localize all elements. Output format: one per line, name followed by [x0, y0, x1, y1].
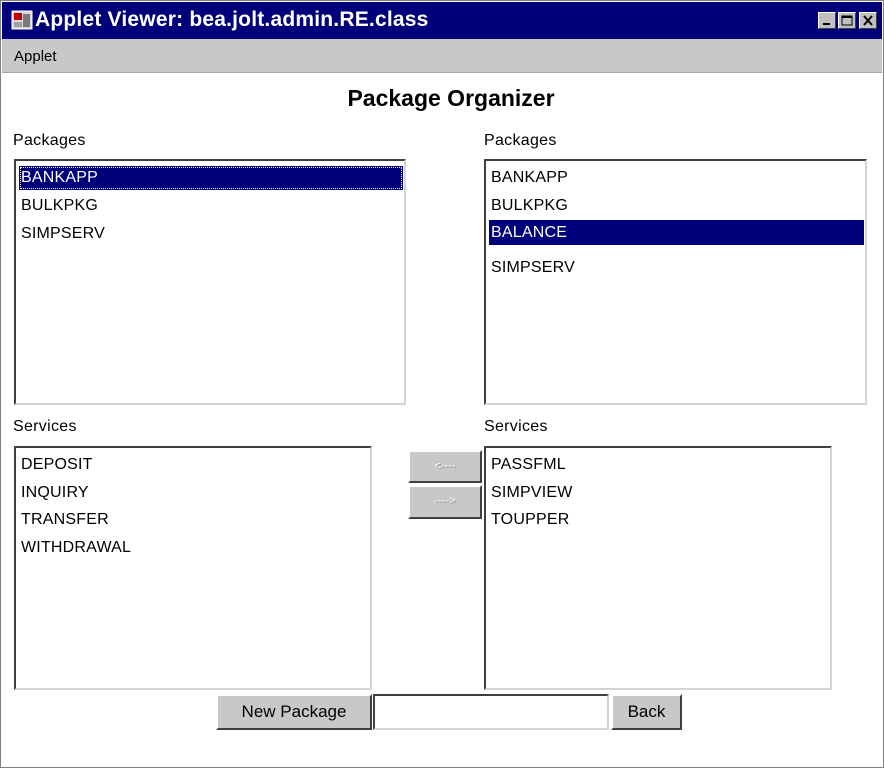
- left-packages-label: Packages: [13, 132, 86, 149]
- right-services-label: Services: [484, 418, 548, 435]
- list-item[interactable]: BULKPKG: [19, 194, 98, 218]
- title-bar[interactable]: Applet Viewer: bea.jolt.admin.RE.class: [2, 2, 882, 39]
- close-icon: [863, 15, 873, 26]
- minimize-button[interactable]: [818, 12, 836, 29]
- list-item[interactable]: BANKAPP: [489, 166, 568, 190]
- list-item[interactable]: SIMPSERV: [19, 222, 105, 246]
- menu-applet[interactable]: Applet: [14, 48, 57, 65]
- new-package-button[interactable]: New Package: [216, 694, 372, 730]
- list-item[interactable]: DEPOSIT: [19, 453, 93, 477]
- list-item[interactable]: WITHDRAWAL: [19, 536, 131, 560]
- package-name-field[interactable]: [373, 694, 609, 730]
- list-item[interactable]: BULKPKG: [489, 194, 568, 218]
- left-packages-list[interactable]: BANKAPP BULKPKG SIMPSERV: [14, 159, 406, 405]
- list-item[interactable]: TRANSFER: [19, 508, 109, 532]
- back-button[interactable]: Back: [611, 694, 682, 730]
- minimize-icon: [823, 23, 830, 25]
- list-item[interactable]: SIMPSERV: [489, 256, 575, 280]
- list-item[interactable]: PASSFML: [489, 453, 566, 477]
- maximize-icon: [841, 15, 853, 26]
- list-item[interactable]: INQUIRY: [19, 481, 89, 505]
- move-right-button[interactable]: ---->: [408, 485, 482, 519]
- applet-window-icon: [11, 10, 33, 30]
- menu-bar: Applet: [2, 39, 882, 73]
- right-services-list[interactable]: PASSFML SIMPVIEW TOUPPER: [484, 446, 832, 690]
- applet-viewer-window: Applet Viewer: bea.jolt.admin.RE.class A…: [0, 0, 884, 768]
- window-title: Applet Viewer: bea.jolt.admin.RE.class: [35, 8, 429, 31]
- close-button[interactable]: [859, 12, 877, 29]
- maximize-button[interactable]: [838, 12, 856, 29]
- right-packages-label: Packages: [484, 132, 557, 149]
- left-services-label: Services: [13, 418, 77, 435]
- right-packages-list[interactable]: BANKAPP BULKPKG BALANCE SIMPSERV: [484, 159, 867, 405]
- page-title: Package Organizer: [347, 85, 555, 111]
- list-item[interactable]: SIMPVIEW: [489, 481, 573, 505]
- move-left-button[interactable]: <----: [408, 450, 482, 483]
- left-services-list[interactable]: DEPOSIT INQUIRY TRANSFER WITHDRAWAL: [14, 446, 372, 690]
- list-item[interactable]: BANKAPP: [19, 166, 403, 190]
- list-item[interactable]: BALANCE: [489, 220, 864, 245]
- list-item[interactable]: TOUPPER: [489, 508, 569, 532]
